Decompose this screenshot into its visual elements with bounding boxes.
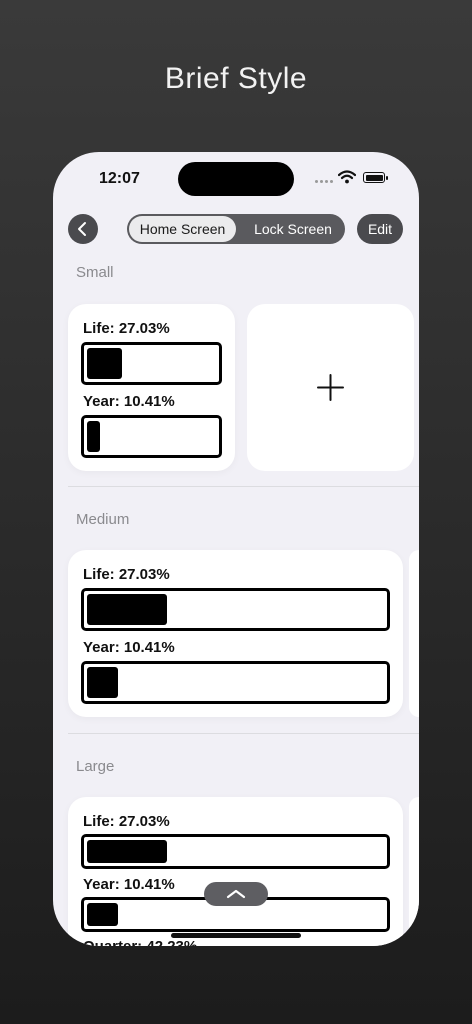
chevron-up-icon: [226, 889, 246, 899]
widget-large[interactable]: Life: 27.03% Year: 10.41% Quarter: 42.23…: [68, 797, 403, 946]
progress-bar-fill: [87, 421, 100, 452]
dynamic-island: [178, 162, 294, 196]
next-widget-peek: [409, 797, 419, 946]
screen-segmented-control: Home Screen Lock Screen: [127, 214, 345, 244]
scroll-to-top-button[interactable]: [204, 882, 268, 906]
progress-bar-fill: [87, 667, 118, 698]
segment-home-screen[interactable]: Home Screen: [129, 216, 236, 242]
chevron-left-icon: [78, 222, 86, 236]
section-label-medium: Medium: [76, 511, 130, 528]
segment-lock-screen[interactable]: Lock Screen: [241, 214, 345, 244]
progress-bar-fill: [87, 840, 167, 863]
widget-item-label: Quarter: 42.23%: [83, 938, 197, 946]
progress-bar: [81, 661, 390, 704]
widget-medium[interactable]: Life: 27.03% Year: 10.41%: [68, 550, 403, 717]
battery-icon: [363, 172, 388, 183]
progress-bar: [81, 342, 222, 385]
back-button[interactable]: [68, 214, 98, 244]
widget-item-label: Year: 10.41%: [83, 639, 175, 656]
progress-bar-fill: [87, 594, 167, 625]
progress-bar-fill: [87, 348, 122, 379]
progress-bar: [81, 834, 390, 869]
edit-button[interactable]: Edit: [357, 214, 403, 244]
status-bar: 12:07: [53, 152, 419, 206]
next-widget-peek: [409, 550, 419, 717]
section-label-large: Large: [76, 758, 115, 775]
progress-bar-fill: [87, 903, 118, 926]
widget-item-label: Life: 27.03%: [83, 566, 170, 583]
home-indicator[interactable]: [171, 933, 301, 938]
widget-item-label: Year: 10.41%: [83, 393, 175, 410]
add-widget-button[interactable]: [247, 304, 414, 471]
status-time: 12:07: [99, 170, 140, 187]
widget-item-label: Life: 27.03%: [83, 320, 170, 337]
section-divider: [68, 486, 419, 487]
plus-icon: [317, 374, 344, 401]
signal-icon: [315, 180, 337, 184]
promo-title: Brief Style: [164, 62, 308, 95]
progress-bar: [81, 415, 222, 458]
wifi-icon: [338, 170, 356, 184]
widget-item-label: Year: 10.41%: [83, 876, 175, 893]
widget-small[interactable]: Life: 27.03% Year: 10.41%: [68, 304, 235, 471]
section-divider: [68, 733, 419, 734]
phone-frame: 12:07 Home Screen Lock Screen Edit Small…: [53, 152, 419, 946]
progress-bar: [81, 588, 390, 631]
widget-item-label: Life: 27.03%: [83, 813, 170, 830]
section-label-small: Small: [76, 264, 114, 281]
